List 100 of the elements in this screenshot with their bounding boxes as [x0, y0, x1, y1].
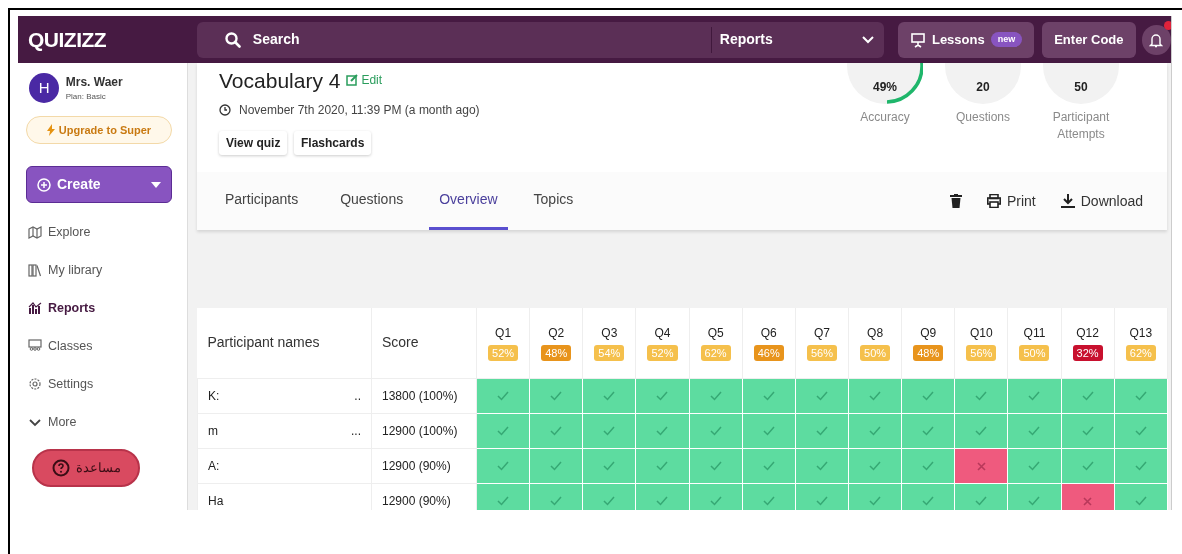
presentation-icon	[909, 31, 926, 48]
check-icon	[975, 426, 988, 437]
check-icon	[709, 461, 722, 472]
avatar: H	[29, 73, 60, 103]
column-header: Participant names	[197, 308, 372, 378]
date-text: November 7th 2020, 11:39 PM (a month ago)	[239, 101, 480, 119]
check-icon	[1134, 496, 1147, 507]
plus-circle-icon	[37, 177, 51, 192]
question-label: Q5	[706, 324, 725, 342]
report-title: Vocabulary 4	[219, 68, 341, 94]
enter-code-button[interactable]: Enter Code	[1042, 21, 1136, 58]
map-icon	[28, 225, 42, 239]
cross-icon	[1083, 496, 1093, 506]
question-label: Q13	[1128, 324, 1154, 342]
question-label: Q1	[494, 324, 513, 342]
check-icon	[869, 496, 882, 507]
question-label: Q7	[812, 324, 831, 342]
check-icon	[869, 461, 882, 472]
check-icon	[603, 391, 616, 402]
stat-label: Participant Attempts	[1051, 109, 1111, 143]
check-icon	[869, 426, 882, 437]
user-name: Mrs. Waer	[65, 74, 123, 91]
accuracy-badge: 62%	[700, 344, 731, 361]
stat-label: Accuracy	[859, 109, 911, 126]
print-button[interactable]: Print	[980, 190, 1042, 212]
tab[interactable]: Topics	[523, 172, 584, 230]
flashcards-button[interactable]: Flashcards	[293, 130, 372, 155]
check-icon	[815, 461, 828, 472]
help-button[interactable]: مساعدة	[32, 449, 140, 487]
cross-icon	[976, 461, 986, 471]
question-label: Q2	[547, 324, 566, 342]
lightning-icon	[46, 124, 55, 136]
check-icon	[1028, 391, 1041, 402]
accuracy-badge: 56%	[966, 344, 997, 361]
question-label: Q3	[600, 324, 619, 342]
view-quiz-button[interactable]: View quiz	[219, 130, 288, 155]
check-icon	[975, 391, 988, 402]
check-icon	[1134, 426, 1147, 437]
question-label: Q12	[1075, 324, 1100, 342]
check-icon	[550, 426, 563, 437]
check-icon	[762, 461, 775, 472]
check-icon	[815, 496, 828, 507]
check-icon	[550, 461, 563, 472]
check-icon	[762, 426, 775, 437]
clock-icon	[219, 103, 231, 116]
search-field[interactable]: Search Reports	[196, 21, 884, 58]
books-icon	[28, 263, 42, 277]
check-icon	[1081, 426, 1094, 437]
accuracy-badge: 48%	[913, 344, 944, 361]
notification-badge	[1164, 20, 1171, 30]
search-icon	[224, 31, 241, 48]
check-icon	[709, 426, 722, 437]
accuracy-badge: 52%	[647, 344, 678, 361]
check-icon	[1134, 461, 1147, 472]
edit-icon	[346, 73, 359, 86]
question-label: Q10	[969, 324, 994, 342]
check-icon	[815, 391, 828, 402]
check-icon	[497, 496, 510, 507]
check-icon	[656, 461, 669, 472]
create-button[interactable]: Create	[26, 166, 172, 203]
plan-label: Plan: Basic	[65, 91, 107, 103]
check-icon	[497, 461, 510, 472]
name-cell: K: ..	[197, 378, 372, 413]
sidebar-item[interactable]: More	[26, 403, 179, 441]
bell-icon	[1149, 31, 1164, 48]
check-icon	[603, 426, 616, 437]
sidebar-item[interactable]: Explore	[26, 213, 179, 251]
logo[interactable]: QUIZIZZ	[18, 23, 197, 56]
accuracy-badge: 46%	[753, 344, 784, 361]
edit-link[interactable]: Edit	[346, 70, 383, 89]
check-icon	[603, 461, 616, 472]
lessons-button[interactable]: Lessons new	[897, 21, 1035, 58]
check-icon	[656, 391, 669, 402]
notifications-button[interactable]	[1141, 24, 1171, 55]
check-icon	[1028, 426, 1041, 437]
column-header: Score	[371, 308, 477, 378]
download-button[interactable]: Download	[1054, 190, 1149, 212]
tab[interactable]: Questions	[330, 172, 414, 230]
caret-down-icon	[151, 181, 161, 188]
accuracy-badge: 54%	[594, 344, 625, 361]
check-icon	[550, 391, 563, 402]
sidebar-item[interactable]: Settings	[26, 365, 179, 403]
accuracy-badge: 62%	[1125, 344, 1156, 361]
name-cell: A:	[197, 448, 372, 483]
question-circle-icon	[51, 459, 70, 477]
tab[interactable]: Participants	[215, 172, 309, 230]
sidebar-item[interactable]: Classes	[26, 327, 179, 365]
name-cell: Ha	[197, 483, 372, 510]
question-label: Q6	[759, 324, 778, 342]
settings-icon	[28, 377, 42, 391]
accuracy-badge: 56%	[806, 344, 837, 361]
sidebar-item[interactable]: Reports	[26, 289, 179, 327]
chart-icon	[28, 301, 42, 315]
sidebar-item[interactable]: My library	[26, 251, 179, 289]
accuracy-badge: 48%	[541, 344, 572, 361]
questions-circle: 20	[945, 63, 1021, 104]
check-icon	[762, 391, 775, 402]
accuracy-badge: 50%	[860, 344, 891, 361]
reports-dropdown[interactable]: Reports	[710, 26, 884, 53]
tab[interactable]: Overview	[429, 172, 508, 230]
